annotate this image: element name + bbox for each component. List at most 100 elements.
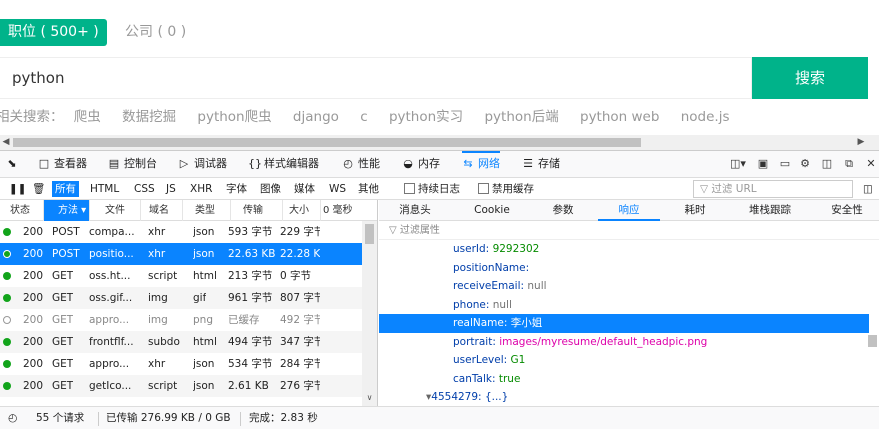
url-filter-input[interactable]: ▽ 过滤 URL [693, 180, 853, 198]
filter-media[interactable]: 媒体 [291, 181, 318, 197]
tab-style-editor[interactable]: {} 样式编辑器 [248, 151, 319, 177]
filter-all[interactable]: 所有 [52, 181, 79, 197]
request-row[interactable]: 200 GET appro... xhr json 534 字节 284 字节 [0, 353, 362, 375]
related-keyword[interactable]: django [293, 109, 339, 125]
filter-html[interactable]: HTML [87, 181, 122, 197]
scrollbar-thumb[interactable] [365, 224, 374, 244]
related-keyword[interactable]: python web [580, 109, 659, 125]
responsive-mode-icon[interactable]: ▣ [756, 157, 770, 171]
request-row[interactable]: 200 GET frontflf... subdo... html 494 字节 347 字… [0, 331, 362, 353]
tab-performance[interactable]: ◴ 性能 [342, 151, 380, 177]
request-row[interactable]: 200 GET oss.ht... script html 213 字节 0 字节 [0, 265, 362, 287]
filter-other[interactable]: 其他 [355, 181, 382, 197]
tab-security[interactable]: 安全性 [816, 200, 878, 221]
pick-element-icon[interactable]: ⬊ [6, 151, 22, 177]
request-row[interactable]: 200 GET oss.gif... img gif 961 字节 807 字节 [0, 287, 362, 309]
json-property[interactable]: receiveEmail: null [379, 277, 869, 296]
search-button[interactable]: 搜索 [752, 57, 868, 99]
tab-cookies[interactable]: Cookie [459, 200, 525, 221]
related-keyword[interactable]: 数据挖掘 [122, 109, 176, 125]
tab-timings[interactable]: 耗时 [664, 200, 726, 221]
related-keyword[interactable]: c [360, 109, 367, 125]
tab-console[interactable]: ▤ 控制台 [108, 151, 157, 177]
request-row[interactable]: 200 GET getIco... script json 2.61 KB 276 字节 [0, 375, 362, 397]
column-type[interactable]: 类型 [183, 200, 231, 221]
json-key: userLevel [453, 354, 504, 366]
request-row[interactable]: 200 POST compa... xhr json 593 字节 229 字节 [0, 221, 362, 243]
scrollbar-thumb[interactable] [868, 335, 877, 347]
settings-gear-icon[interactable]: ⚙ [798, 157, 812, 171]
tab-network[interactable]: ⇆ 网络 [462, 151, 500, 177]
json-property[interactable]: userId: 9292302 [379, 240, 869, 259]
json-property[interactable]: canTalk: true [379, 370, 869, 389]
filter-xhr[interactable]: XHR [187, 181, 215, 197]
filter-ws[interactable]: WS [326, 181, 349, 197]
related-keyword[interactable]: python实习 [389, 109, 463, 125]
column-domain[interactable]: 域名 [141, 200, 183, 221]
json-property[interactable]: userLevel: G1 [379, 351, 869, 370]
scroll-left-arrow-icon[interactable]: ◀ [0, 135, 12, 150]
filter-css[interactable]: CSS [131, 181, 158, 197]
dock-side-icon[interactable]: ◫ [820, 157, 834, 171]
json-value: null [527, 280, 547, 292]
tab-storage[interactable]: ☰ 存储 [522, 151, 560, 177]
tab-stack-trace[interactable]: 堆栈跟踪 [732, 200, 808, 221]
json-property[interactable]: portrait: images/myresume/default_headpi… [379, 333, 869, 352]
tab-memory[interactable]: ◒ 内存 [402, 151, 440, 177]
request-type: html [193, 270, 217, 282]
debugger-icon: ▷ [179, 157, 189, 170]
column-status[interactable]: 状态 [0, 200, 44, 221]
filter-funnel-icon: ▽ [389, 225, 400, 236]
request-type: gif [193, 292, 207, 304]
request-row[interactable]: 200 POST positio... xhr json 22.63 KB 22.28 KB [0, 243, 362, 265]
column-size[interactable]: 大小 [283, 200, 321, 221]
request-status: 200 [23, 292, 44, 304]
request-cause: xhr [148, 358, 166, 370]
request-row[interactable]: 200 GET appro... img png 已缓存 492 字节 [0, 309, 362, 331]
tab-companies[interactable]: 公司 ( 0 ) [125, 19, 186, 46]
scroll-down-arrow-icon[interactable]: ∨ [362, 393, 377, 402]
frame-select-icon[interactable]: ◫▾ [730, 157, 746, 171]
related-keyword[interactable]: python后端 [484, 109, 558, 125]
related-keyword[interactable]: python爬虫 [197, 109, 271, 125]
request-details: 消息头 Cookie 参数 响应 耗时 堆栈跟踪 安全性 ▽ 过滤属性 user… [379, 200, 879, 422]
json-property[interactable]: positionName: [379, 259, 869, 278]
tab-response[interactable]: 响应 [598, 200, 660, 221]
performance-analysis-icon[interactable]: ◴ [8, 407, 17, 429]
json-property[interactable]: realName: 李小姐 [379, 314, 869, 333]
toggle-sidebar-icon[interactable]: ◫ [860, 181, 876, 197]
filter-fonts[interactable]: 字体 [223, 181, 250, 197]
clear-trash-icon[interactable]: 🗑 [29, 181, 48, 197]
request-size: 284 字节 [280, 358, 320, 370]
related-keyword[interactable]: node.js [681, 109, 730, 125]
property-filter-input[interactable]: ▽ 过滤属性 [379, 221, 879, 240]
tab-debugger[interactable]: ▷ 调试器 [178, 151, 227, 177]
column-waterfall[interactable]: 0 毫秒 [321, 200, 362, 221]
json-property[interactable]: phone: null [379, 296, 869, 315]
screenshot-icon[interactable]: ▭ [778, 157, 792, 171]
scroll-right-arrow-icon[interactable]: ▶ [855, 135, 867, 150]
tab-jobs[interactable]: 职位 ( 500+ ) [0, 19, 107, 46]
close-icon[interactable]: ✕ [864, 157, 878, 171]
request-list-scrollbar[interactable]: ∨ [362, 221, 377, 406]
tab-params[interactable]: 参数 [532, 200, 594, 221]
separate-window-icon[interactable]: ⧉ [842, 157, 856, 171]
column-file[interactable]: 文件 [90, 200, 141, 221]
disable-cache-checkbox[interactable]: 禁用缓存 [475, 181, 537, 197]
request-type: png [193, 314, 213, 326]
pause-icon[interactable]: ❚❚ [6, 181, 30, 197]
scrollbar-thumb[interactable] [13, 138, 641, 147]
response-scrollbar[interactable] [868, 240, 879, 406]
column-method[interactable]: 方法 ▾ [44, 200, 90, 221]
json-property[interactable]: ▾4554279: {...} [379, 388, 869, 407]
search-input[interactable] [12, 58, 712, 98]
tab-headers[interactable]: 消息头 [379, 200, 451, 221]
related-keyword[interactable]: 爬虫 [74, 109, 101, 125]
tab-inspector[interactable]: □ 查看器 [38, 151, 87, 177]
filter-images[interactable]: 图像 [257, 181, 284, 197]
column-transferred[interactable]: 传输 [231, 200, 283, 221]
filter-js[interactable]: JS [163, 181, 179, 197]
horizontal-scrollbar[interactable]: ◀ ▶ [0, 135, 879, 150]
request-size: 807 字节 [280, 292, 320, 304]
persist-logs-checkbox[interactable]: 持续日志 [401, 181, 463, 197]
